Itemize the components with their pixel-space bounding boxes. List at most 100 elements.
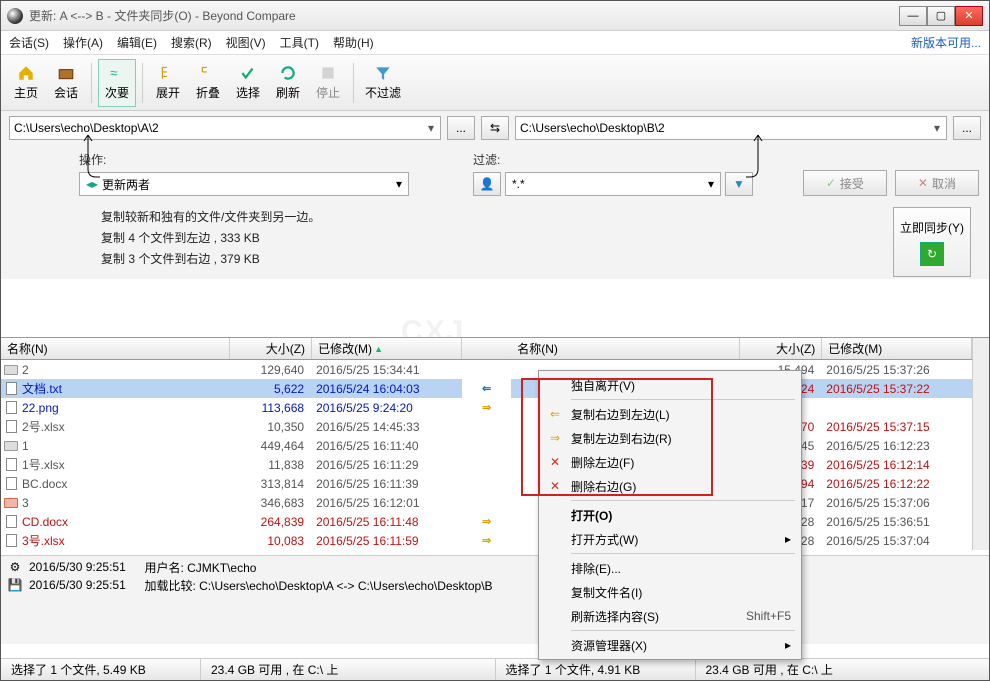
compare-tables: 名称(N) 大小(Z) 已修改(M)▲ 2129,6402016/5/25 15… — [1, 337, 989, 550]
tb-collapse[interactable]: 折叠 — [189, 59, 227, 107]
svg-text:≈: ≈ — [110, 66, 118, 81]
desc-line3: 复制 3 个文件到右边 , 379 KB — [101, 250, 979, 267]
diff-arrow — [462, 493, 511, 512]
ctx-open-with[interactable]: 打开方式(W)▸ — [541, 527, 799, 551]
menu-action[interactable]: 操作(A) — [63, 34, 103, 51]
app-icon — [7, 8, 23, 24]
swap-button[interactable]: ⇆ — [481, 116, 509, 140]
diff-arrow: ⇒ — [462, 512, 511, 531]
close-button[interactable]: ✕ — [955, 6, 983, 26]
tb-secondary[interactable]: ≈次要 — [98, 59, 136, 107]
ctx-refresh-selection[interactable]: 刷新选择内容(S)Shift+F5 — [541, 604, 799, 628]
tb-refresh[interactable]: 刷新 — [269, 59, 307, 107]
folder-icon — [3, 439, 19, 453]
status-disk-right: 23.4 GB 可用 , 在 C:\ 上 — [696, 659, 990, 680]
toolbar: 主页 会话 ≈次要 展开 折叠 选择 刷新 停止 不过滤 — [1, 55, 989, 111]
table-row[interactable]: 3346,6832016/5/25 16:12:01 — [1, 493, 462, 512]
chevron-down-icon[interactable]: ▾ — [394, 177, 404, 191]
menu-session[interactable]: 会话(S) — [9, 34, 49, 51]
menu-search[interactable]: 搜索(R) — [171, 34, 212, 51]
cancel-button[interactable]: ✕取消 — [895, 170, 979, 196]
new-version-link[interactable]: 新版本可用... — [911, 34, 981, 51]
diff-arrow — [462, 436, 511, 455]
sync-now-button[interactable]: 立即同步(Y) ↻ — [893, 207, 971, 277]
diff-indicator-column: ⇐⇒⇒⇒ — [462, 338, 511, 550]
file-icon — [3, 401, 19, 415]
titlebar: 更新: A <--> B - 文件夹同步(O) - Beyond Compare… — [1, 1, 989, 31]
table-row[interactable]: 1号.xlsx11,8382016/5/25 16:11:29 — [1, 455, 462, 474]
tb-stop: 停止 — [309, 59, 347, 107]
table-row[interactable]: BC.docx313,8142016/5/25 16:11:39 — [1, 474, 462, 493]
maximize-button[interactable]: ▢ — [927, 6, 955, 26]
tb-select[interactable]: 选择 — [229, 59, 267, 107]
delete-icon: ✕ — [547, 479, 563, 493]
left-browse-button[interactable]: ... — [447, 116, 475, 140]
scrollbar[interactable] — [972, 338, 989, 550]
operation-combo[interactable]: ◂▸ 更新两者 ▾ — [79, 172, 409, 196]
menubar: 会话(S) 操作(A) 编辑(E) 搜索(R) 视图(V) 工具(T) 帮助(H… — [1, 31, 989, 55]
ctx-exclude[interactable]: 排除(E)... — [541, 556, 799, 580]
file-icon — [3, 515, 19, 529]
tb-home[interactable]: 主页 — [7, 59, 45, 107]
left-table: 名称(N) 大小(Z) 已修改(M)▲ 2129,6402016/5/25 15… — [1, 338, 462, 550]
menu-help[interactable]: 帮助(H) — [333, 34, 374, 51]
minimize-button[interactable]: — — [899, 6, 927, 26]
table-row[interactable]: 3号.xlsx10,0832016/5/25 16:11:59 — [1, 531, 462, 550]
status-selection-right: 选择了 1 个文件, 4.91 KB — [496, 659, 696, 680]
menu-edit[interactable]: 编辑(E) — [117, 34, 157, 51]
status-disk-left: 23.4 GB 可用 , 在 C:\ 上 — [201, 659, 496, 680]
th-name[interactable]: 名称(N) — [1, 338, 230, 359]
ctx-copy-left-to-right[interactable]: ⇒复制左边到右边(R) — [541, 426, 799, 450]
table-row[interactable]: 文档.txt5,6222016/5/24 16:04:03 — [1, 379, 462, 398]
chevron-down-icon[interactable]: ▾ — [426, 121, 436, 135]
ctx-explorer[interactable]: 资源管理器(X)▸ — [541, 633, 799, 657]
tb-session[interactable]: 会话 — [47, 59, 85, 107]
table-row[interactable]: 2号.xlsx10,3502016/5/25 14:45:33 — [1, 417, 462, 436]
diff-arrow — [462, 474, 511, 493]
save-icon: 💾 — [7, 578, 23, 592]
ctx-isolate[interactable]: 独自离开(V) — [541, 373, 799, 397]
filter-combo[interactable]: *.* ▾ — [505, 172, 721, 196]
table-row[interactable]: 1449,4642016/5/25 16:11:40 — [1, 436, 462, 455]
tb-nofilter[interactable]: 不过滤 — [360, 59, 406, 107]
path-row: ▾ ... ⇆ ▾ ... — [1, 111, 989, 145]
ctx-delete-left[interactable]: ✕删除左边(F) — [541, 450, 799, 474]
context-menu: 独自离开(V) ⇐复制右边到左边(L) ⇒复制左边到右边(R) ✕删除左边(F)… — [538, 370, 802, 660]
ctx-copy-filename[interactable]: 复制文件名(I) — [541, 580, 799, 604]
chevron-down-icon[interactable]: ▾ — [706, 177, 716, 191]
diff-arrow: ⇒ — [462, 531, 511, 550]
th-modified[interactable]: 已修改(M) — [822, 338, 972, 359]
table-row[interactable]: 22.png113,6682016/5/25 9:24:20 — [1, 398, 462, 417]
delete-icon: ✕ — [547, 455, 563, 469]
refresh-icon: ↻ — [920, 242, 944, 266]
arrow-left-icon: ⇐ — [547, 407, 563, 421]
desc-line1: 复制较新和独有的文件/文件夹到另一边。 — [101, 208, 979, 225]
right-path-input[interactable] — [520, 121, 932, 135]
log-panel: ⚙2016/5/30 9:25:51 用户名: CJMKT\echo 💾2016… — [1, 555, 989, 644]
table-row[interactable]: CD.docx264,8392016/5/25 16:11:48 — [1, 512, 462, 531]
right-browse-button[interactable]: ... — [953, 116, 981, 140]
diff-arrow — [462, 455, 511, 474]
th-name[interactable]: 名称(N) — [511, 338, 740, 359]
ctx-open[interactable]: 打开(O) — [541, 503, 799, 527]
file-icon — [3, 420, 19, 434]
right-path-box[interactable]: ▾ — [515, 116, 947, 140]
desc-line2: 复制 4 个文件到左边 , 333 KB — [101, 229, 979, 246]
th-size[interactable]: 大小(Z) — [740, 338, 822, 359]
accept-button[interactable]: ✓接受 — [803, 170, 887, 196]
chevron-down-icon[interactable]: ▾ — [932, 121, 942, 135]
filter-person-button[interactable]: 👤 — [473, 172, 501, 196]
mid-panel: 操作: ◂▸ 更新两者 ▾ 过滤: 👤 *.* ▾ ▼ ✓接受 ✕取消 — [1, 145, 989, 200]
description-panel: 复制较新和独有的文件/文件夹到另一边。 复制 4 个文件到左边 , 333 KB… — [1, 200, 989, 279]
table-row[interactable]: 2129,6402016/5/25 15:34:41 — [1, 360, 462, 379]
status-selection-left: 选择了 1 个文件, 5.49 KB — [1, 659, 201, 680]
th-size[interactable]: 大小(Z) — [230, 338, 312, 359]
menu-view[interactable]: 视图(V) — [226, 34, 266, 51]
ctx-copy-right-to-left[interactable]: ⇐复制右边到左边(L) — [541, 402, 799, 426]
ctx-delete-right[interactable]: ✕删除右边(G) — [541, 474, 799, 498]
th-modified[interactable]: 已修改(M)▲ — [312, 338, 462, 359]
folder-icon — [3, 496, 19, 510]
menu-tools[interactable]: 工具(T) — [280, 34, 319, 51]
file-icon — [3, 477, 19, 491]
tb-expand[interactable]: 展开 — [149, 59, 187, 107]
